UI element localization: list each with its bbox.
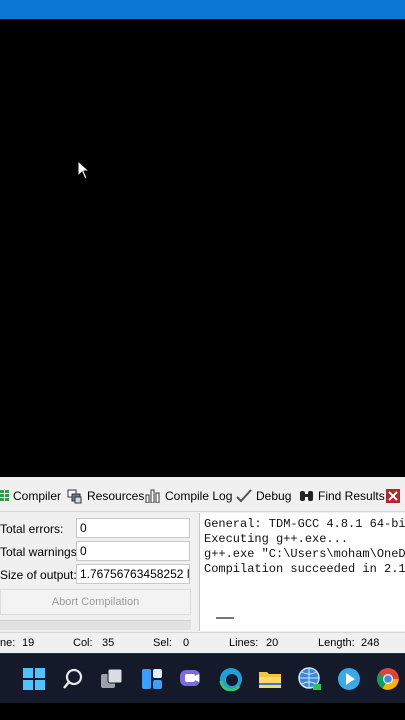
widgets-icon[interactable]: [137, 664, 167, 694]
total-errors-label: Total errors:: [0, 522, 64, 536]
abort-compilation-button[interactable]: Abort Compilation: [0, 589, 191, 615]
lines-value: 20: [266, 637, 279, 649]
bar-chart-icon: [145, 489, 160, 503]
horizontal-scrollbar[interactable]: [0, 620, 191, 630]
sel-label: Sel:: [153, 637, 172, 649]
tab-find-results[interactable]: Find Results: [299, 485, 385, 507]
compiler-grid-icon: [0, 490, 9, 501]
media-player-icon[interactable]: [334, 664, 364, 694]
log-scrollbar-thumb[interactable]: [216, 617, 234, 619]
tab-close[interactable]: [385, 485, 401, 507]
windows-taskbar: [0, 653, 405, 703]
col-label: Col:: [73, 637, 93, 649]
length-label: Length:: [318, 637, 355, 649]
output-size-field[interactable]: 1.76756763458252 MiB: [76, 564, 190, 584]
tab-label: Find Results: [318, 489, 385, 503]
teams-chat-icon[interactable]: [176, 664, 206, 694]
log-line: General: TDM-GCC 4.8.1 64-bi: [204, 517, 405, 531]
task-view-icon[interactable]: [97, 664, 127, 694]
tab-compiler[interactable]: Compiler: [0, 485, 61, 507]
tab-label: Compile Log: [165, 489, 233, 503]
total-errors-field[interactable]: 0: [76, 518, 190, 538]
col-value: 35: [102, 637, 115, 649]
tab-resources[interactable]: Resources: [67, 485, 144, 507]
title-bar: [0, 0, 405, 19]
panel-tabs: Compiler Resources Compile Log Debug Fin…: [0, 477, 405, 512]
file-explorer-icon[interactable]: [255, 664, 285, 694]
compile-log-output[interactable]: General: TDM-GCC 4.8.1 64-bi Executing g…: [199, 513, 405, 631]
console-output-area: [0, 19, 405, 477]
chrome-icon[interactable]: [373, 664, 403, 694]
total-warnings-label: Total warnings:: [0, 545, 81, 559]
length-value: 248: [361, 637, 380, 649]
line-label: ne:: [0, 637, 16, 649]
windows-start-icon[interactable]: [19, 664, 49, 694]
status-bar: ne: 19 Col: 35 Sel: 0 Lines: 20 Length: …: [0, 632, 405, 653]
binoculars-icon: [300, 491, 313, 501]
output-size-label: Size of output:: [0, 568, 77, 582]
edge-browser-icon[interactable]: [216, 664, 246, 694]
tab-label: Resources: [87, 489, 145, 503]
lines-label: Lines:: [229, 637, 259, 649]
tab-compile-log[interactable]: Compile Log: [145, 485, 232, 507]
resources-icon: [67, 489, 82, 503]
tab-label: Compiler: [13, 489, 62, 503]
network-globe-icon[interactable]: [295, 664, 325, 694]
tab-label: Debug: [256, 489, 292, 503]
compiler-stats: Total errors: 0 Total warnings: 0 Size o…: [0, 513, 196, 631]
sel-value: 0: [183, 637, 190, 649]
log-line: g++.exe "C:\Users\moham\OneD: [204, 547, 405, 561]
mouse-pointer-icon: [77, 160, 91, 180]
close-panel-icon: [386, 489, 400, 503]
bottom-margin: [0, 703, 405, 720]
log-line: Compilation succeeded in 2.1: [204, 562, 405, 576]
total-warnings-field[interactable]: 0: [76, 541, 190, 561]
tab-debug[interactable]: Debug: [236, 485, 291, 507]
checkmark-icon: [236, 489, 252, 503]
line-value: 19: [22, 637, 35, 649]
bottom-panel: Compiler Resources Compile Log Debug Fin…: [0, 477, 405, 653]
log-line: Executing g++.exe...: [204, 532, 349, 546]
search-icon[interactable]: [58, 664, 88, 694]
